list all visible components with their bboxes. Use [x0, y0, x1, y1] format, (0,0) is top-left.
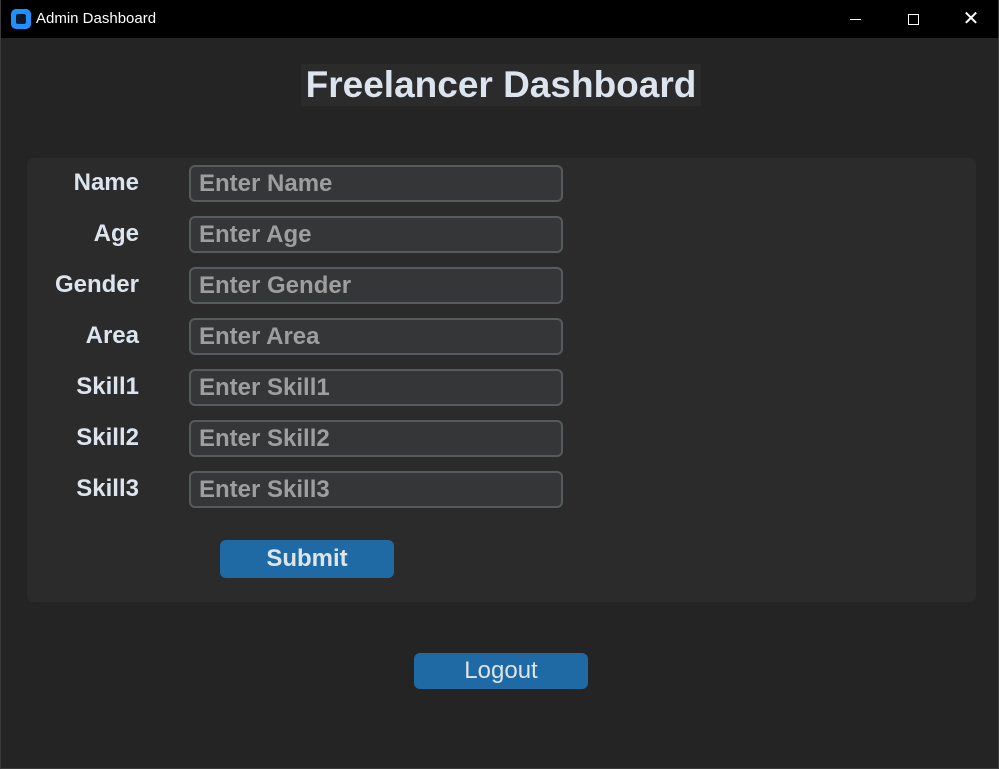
skill3-input[interactable] [189, 471, 563, 508]
minimize-icon [849, 18, 861, 20]
form-row-skill2: Skill2 [27, 419, 627, 457]
age-input[interactable] [189, 216, 563, 253]
area-input[interactable] [189, 318, 563, 355]
form-row-area: Area [27, 317, 627, 355]
form-row-name: Name [27, 164, 627, 202]
skill1-input[interactable] [189, 369, 563, 406]
maximize-button[interactable] [884, 0, 942, 38]
gender-label: Gender [54, 271, 139, 298]
skill2-label: Skill2 [76, 424, 139, 451]
form-row-skill3: Skill3 [27, 470, 627, 508]
title-bar[interactable]: Admin Dashboard ✕ [1, 0, 998, 38]
app-window: Admin Dashboard ✕ Freelancer Dashboard N… [0, 0, 999, 769]
name-label: Name [73, 169, 139, 196]
close-button[interactable]: ✕ [942, 0, 999, 38]
window-title: Admin Dashboard [36, 10, 157, 27]
close-icon: ✕ [962, 8, 980, 30]
age-label: Age [93, 220, 139, 247]
submit-button[interactable]: Submit [220, 540, 394, 578]
skill2-input[interactable] [189, 420, 563, 457]
app-icon [11, 9, 31, 29]
name-input[interactable] [189, 165, 563, 202]
skill3-label: Skill3 [76, 475, 139, 502]
skill1-label: Skill1 [76, 373, 139, 400]
maximize-icon [907, 13, 919, 25]
minimize-button[interactable] [826, 0, 884, 38]
form-row-skill1: Skill1 [27, 368, 627, 406]
form-row-gender: Gender [27, 266, 627, 304]
gender-input[interactable] [189, 267, 563, 304]
form-panel: Name Age Gender Area Skill1 Skill2 Skill… [27, 158, 976, 602]
logout-button[interactable]: Logout [414, 653, 588, 689]
area-label: Area [85, 322, 139, 349]
form-row-age: Age [27, 215, 627, 253]
page-title: Freelancer Dashboard [301, 64, 701, 106]
